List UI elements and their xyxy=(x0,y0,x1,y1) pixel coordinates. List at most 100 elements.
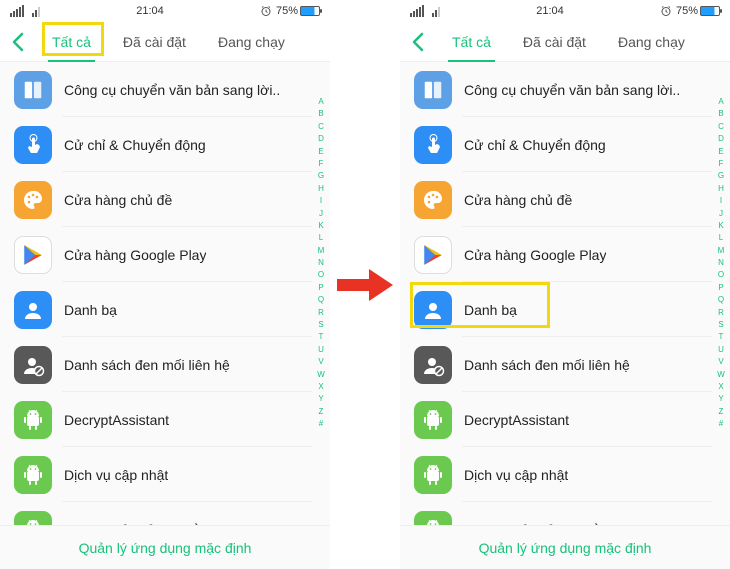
index-letter[interactable]: M xyxy=(318,245,325,257)
tab-1[interactable]: Đã cài đặt xyxy=(107,22,202,62)
index-letter[interactable]: G xyxy=(718,170,724,182)
app-row-6[interactable]: DecryptAssistant xyxy=(0,392,312,447)
index-letter[interactable]: K xyxy=(318,220,323,232)
app-row-5[interactable]: Danh sách đen mối liên hệ xyxy=(0,337,312,392)
app-list[interactable]: Công cụ chuyển văn bản sang lời.. Cử chỉ … xyxy=(0,62,330,557)
index-letter[interactable]: L xyxy=(319,232,323,244)
index-letter[interactable]: D xyxy=(318,133,324,145)
index-letter[interactable]: C xyxy=(318,121,324,133)
app-row-5[interactable]: Danh sách đen mối liên hệ xyxy=(400,337,712,392)
index-letter[interactable]: P xyxy=(718,282,723,294)
phone-right: 21:0475%Tất cảĐã cài đặtĐang chạyCông cụ… xyxy=(400,0,730,569)
index-letter[interactable]: P xyxy=(318,282,323,294)
index-letter[interactable]: W xyxy=(317,369,325,381)
app-row-0[interactable]: Công cụ chuyển văn bản sang lời.. xyxy=(400,62,712,117)
index-letter[interactable]: R xyxy=(318,307,324,319)
index-letter[interactable]: Y xyxy=(718,393,723,405)
android-icon xyxy=(414,401,452,439)
index-letter[interactable]: T xyxy=(319,331,324,343)
footer-label: Quản lý ứng dụng mặc định xyxy=(479,540,652,556)
app-label: Công cụ chuyển văn bản sang lời.. xyxy=(64,82,280,98)
app-row-7[interactable]: Dịch vụ cập nhật xyxy=(400,447,712,502)
battery-pct: 75% xyxy=(676,5,698,17)
footer-button[interactable]: Quản lý ứng dụng mặc định xyxy=(0,525,330,569)
app-row-1[interactable]: Cử chỉ & Chuyển động xyxy=(0,117,312,172)
index-letter[interactable]: E xyxy=(318,146,323,158)
tab-2[interactable]: Đang chạy xyxy=(202,22,301,62)
app-label: DecryptAssistant xyxy=(64,412,169,428)
android-icon xyxy=(14,401,52,439)
index-strip[interactable]: ABCDEFGHIJKLMNOPQRSTUVWXYZ# xyxy=(714,66,728,529)
index-letter[interactable]: M xyxy=(718,245,725,257)
index-letter[interactable]: N xyxy=(718,257,724,269)
footer-button[interactable]: Quản lý ứng dụng mặc định xyxy=(400,525,730,569)
index-letter[interactable]: D xyxy=(718,133,724,145)
index-letter[interactable]: U xyxy=(718,344,724,356)
app-label: Dịch vụ cập nhật xyxy=(464,467,568,483)
app-row-4[interactable]: Danh bạ xyxy=(400,282,712,337)
index-letter[interactable]: B xyxy=(718,108,723,120)
app-row-6[interactable]: DecryptAssistant xyxy=(400,392,712,447)
tab-0[interactable]: Tất cả xyxy=(36,22,107,62)
index-letter[interactable]: K xyxy=(718,220,723,232)
app-label: Danh bạ xyxy=(464,302,517,318)
status-time: 21:04 xyxy=(136,5,164,17)
tab-2[interactable]: Đang chạy xyxy=(602,22,701,62)
app-row-3[interactable]: Cửa hàng Google Play xyxy=(0,227,312,282)
index-letter[interactable]: F xyxy=(719,158,724,170)
app-row-2[interactable]: Cửa hàng chủ đề xyxy=(400,172,712,227)
tab-1[interactable]: Đã cài đặt xyxy=(507,22,602,62)
index-letter[interactable]: # xyxy=(719,418,723,430)
android-icon xyxy=(14,456,52,494)
alarm-icon xyxy=(260,5,272,17)
index-letter[interactable]: O xyxy=(718,269,724,281)
index-letter[interactable]: Y xyxy=(318,393,323,405)
index-letter[interactable]: R xyxy=(718,307,724,319)
index-letter[interactable]: S xyxy=(318,319,323,331)
index-letter[interactable]: W xyxy=(717,369,725,381)
index-letter[interactable]: V xyxy=(718,356,723,368)
index-letter[interactable]: X xyxy=(718,381,723,393)
index-letter[interactable]: # xyxy=(319,418,323,430)
index-letter[interactable]: O xyxy=(318,269,324,281)
index-letter[interactable]: S xyxy=(718,319,723,331)
index-letter[interactable]: F xyxy=(319,158,324,170)
app-row-0[interactable]: Công cụ chuyển văn bản sang lời.. xyxy=(0,62,312,117)
index-letter[interactable]: V xyxy=(318,356,323,368)
index-letter[interactable]: X xyxy=(318,381,323,393)
index-letter[interactable]: Q xyxy=(718,294,724,306)
index-letter[interactable]: J xyxy=(319,208,323,220)
index-letter[interactable]: J xyxy=(719,208,723,220)
index-letter[interactable]: B xyxy=(318,108,323,120)
tab-0[interactable]: Tất cả xyxy=(436,22,507,62)
app-label: Danh sách đen mối liên hệ xyxy=(464,357,630,373)
index-letter[interactable]: A xyxy=(718,96,723,108)
app-row-4[interactable]: Danh bạ xyxy=(0,282,312,337)
back-button[interactable] xyxy=(400,22,436,62)
index-letter[interactable]: E xyxy=(718,146,723,158)
app-row-2[interactable]: Cửa hàng chủ đề xyxy=(0,172,312,227)
index-letter[interactable]: H xyxy=(718,183,724,195)
index-letter[interactable]: I xyxy=(320,195,322,207)
index-letter[interactable]: T xyxy=(719,331,724,343)
index-letter[interactable]: Q xyxy=(318,294,324,306)
index-letter[interactable]: L xyxy=(719,232,723,244)
index-letter[interactable]: G xyxy=(318,170,324,182)
index-letter[interactable]: U xyxy=(318,344,324,356)
index-letter[interactable]: N xyxy=(318,257,324,269)
index-letter[interactable]: H xyxy=(318,183,324,195)
app-row-7[interactable]: Dịch vụ cập nhật xyxy=(0,447,312,502)
signal-icon xyxy=(410,5,440,17)
index-letter[interactable]: Z xyxy=(719,406,724,418)
back-button[interactable] xyxy=(0,22,36,62)
index-strip[interactable]: ABCDEFGHIJKLMNOPQRSTUVWXYZ# xyxy=(314,66,328,529)
app-list[interactable]: Công cụ chuyển văn bản sang lời.. Cử chỉ … xyxy=(400,62,730,557)
app-row-1[interactable]: Cử chỉ & Chuyển động xyxy=(400,117,712,172)
index-letter[interactable]: Z xyxy=(319,406,324,418)
app-row-3[interactable]: Cửa hàng Google Play xyxy=(400,227,712,282)
index-letter[interactable]: C xyxy=(718,121,724,133)
app-label: Công cụ chuyển văn bản sang lời.. xyxy=(464,82,680,98)
index-letter[interactable]: I xyxy=(720,195,722,207)
contact-icon xyxy=(414,291,452,329)
index-letter[interactable]: A xyxy=(318,96,323,108)
